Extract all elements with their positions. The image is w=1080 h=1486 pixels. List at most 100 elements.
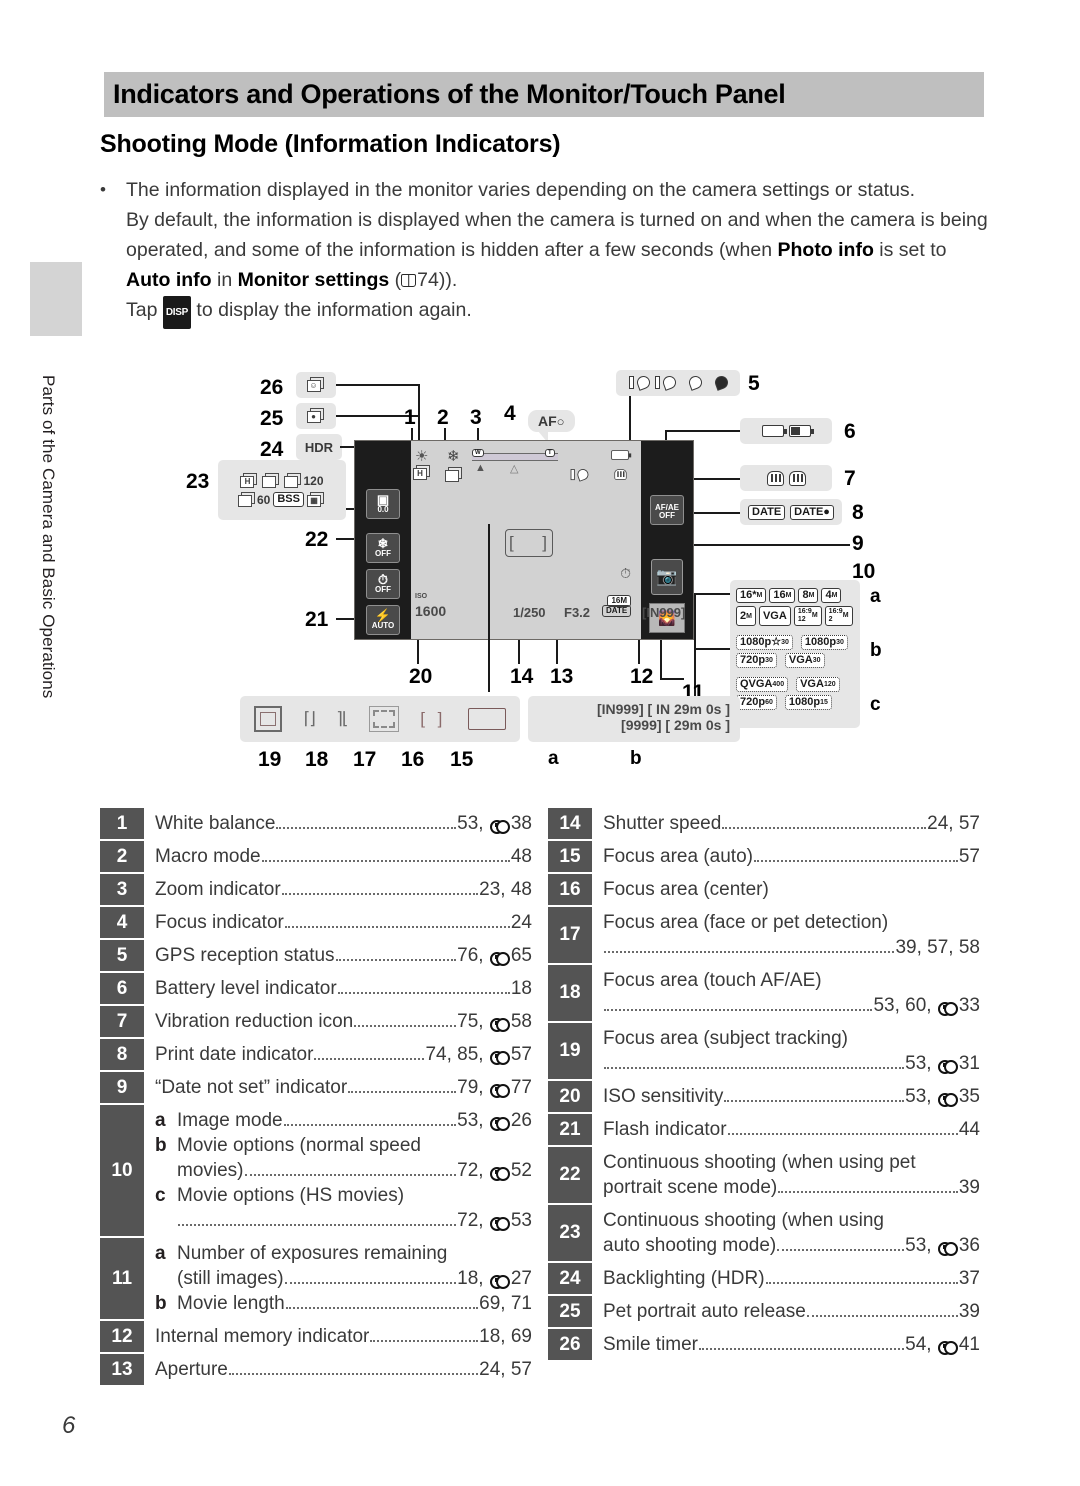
legend-row: 11 a Number of exposures remaining (still i…	[100, 1238, 532, 1319]
page-reference: 53, 31	[905, 1053, 980, 1074]
intro-bold-auto-info: Auto info	[126, 269, 212, 291]
page-number: 6	[62, 1412, 76, 1439]
legend-row: 15 Focus area (auto) 57	[548, 841, 980, 872]
legend-row-text: Internal memory indicator 18, 69	[144, 1321, 532, 1352]
ebook-ref-icon	[489, 1018, 510, 1032]
leader-dots	[727, 1133, 958, 1135]
page-reference: 74, 85, 57	[425, 1044, 532, 1065]
legend-row-number: 22	[548, 1147, 592, 1203]
leader-dots	[283, 1124, 457, 1126]
callout-22: 22	[305, 528, 329, 551]
legend-text-line: Internal memory indicator	[155, 1326, 370, 1347]
ebook-ref-icon	[937, 1093, 958, 1107]
ebook-ref-icon	[489, 820, 510, 834]
callout-26: 26	[260, 376, 284, 399]
legend-text-line: Image mode	[177, 1110, 283, 1131]
leader-dots	[778, 1191, 958, 1193]
legend-row: 9 “Date not set” indicator 79, 77	[100, 1072, 532, 1103]
exposure-compensation-button[interactable]: ▣ 0.0	[366, 489, 400, 519]
callout-4: 4	[504, 402, 516, 425]
legend-subrow-key: a	[155, 1110, 166, 1131]
zoom-tele-marker: T	[545, 449, 555, 457]
callout-13: 13	[550, 665, 574, 688]
macro-mode-button[interactable]: ❄ OFF	[366, 533, 400, 563]
legend-row-text: Continuous shooting (when using pet portr…	[592, 1147, 980, 1203]
legend-row: 14 Shutter speed 24, 57	[548, 808, 980, 839]
legend-subrow-body: Image mode 53, 26	[177, 1108, 532, 1133]
gps-icon-bars1	[654, 374, 678, 391]
date-time-icon: DATE●	[790, 504, 834, 520]
self-timer-button[interactable]: ⏱ OFF	[366, 569, 400, 599]
intro-line-2d: (	[389, 269, 402, 291]
shutter-speed-value: 1/250	[513, 605, 546, 620]
legend-row-number: 11	[100, 1238, 144, 1319]
legend-subrow: c Movie options (HS movies) 72, 53	[155, 1183, 532, 1233]
image-mode-vga: VGA	[758, 606, 791, 626]
page-reference: 37	[958, 1268, 980, 1289]
sublabel-10-b: b	[870, 640, 882, 661]
section-heading: Shooting Mode (Information Indicators)	[100, 130, 561, 158]
page-reference: 54, 41	[905, 1334, 980, 1355]
callout-21: 21	[305, 608, 329, 631]
page-header-band: Indicators and Operations of the Monitor…	[104, 72, 984, 117]
counter-display-chip: [IN999] [ IN 29m 0s ] [9999] [ 29m 0s ]	[528, 696, 740, 742]
gps-icon-bars3	[628, 374, 652, 391]
flash-mode-button[interactable]: ⚡ AUTO	[366, 605, 400, 635]
image-mode-row-1: 16* M 16 M 8M 4M	[736, 588, 854, 603]
legend-subrow-body: Movie options (HS movies) 72, 53	[177, 1183, 532, 1233]
legend-row-text: Macro mode 48	[144, 841, 532, 872]
ebook-ref-icon	[937, 1341, 958, 1355]
chapter-tab-label: Parts of the Camera and Basic Operations	[39, 375, 58, 699]
leader-dots	[604, 951, 895, 953]
leader-dots	[348, 1091, 457, 1093]
legend-text-line: Movie options (HS movies)	[177, 1185, 405, 1206]
leader-dots	[724, 1100, 905, 1102]
legend-row: 22 Continuous shooting (when using pet por…	[548, 1147, 980, 1203]
legend-text-line: Continuous shooting (when using	[603, 1210, 884, 1231]
leader-dots	[284, 1282, 457, 1284]
bss-icon: BSS	[273, 492, 304, 507]
movie-720p-30: 720p 30	[736, 653, 777, 668]
image-movie-options-chip: 16* M 16 M 8M 4M 2M VGA 16:9 12 M 16:9 2 M 108…	[730, 580, 860, 728]
ebook-ref-icon	[489, 952, 510, 966]
legend-row: 5 GPS reception status 76, 65	[100, 940, 532, 971]
intro-bold-monitor-settings: Monitor settings	[237, 269, 390, 291]
callout-1: 1	[404, 406, 416, 429]
af-ae-lock-button[interactable]: AF/AE OFF	[650, 495, 684, 525]
legend-row: 24 Backlighting (HDR) 37	[548, 1263, 980, 1294]
legend-row-text: Aperture 24, 57	[144, 1354, 532, 1385]
leader-dots	[699, 1348, 905, 1350]
image-mode-2m: 2M	[736, 606, 756, 626]
legend-row-number: 21	[548, 1114, 592, 1145]
hdr-icon-chip: HDR	[296, 434, 342, 460]
legend-row-number: 2	[100, 841, 144, 872]
focus-area-bracket: []	[505, 529, 553, 557]
exposures-remaining-value: [IN999]	[642, 605, 686, 620]
legend-table-right: 14 Shutter speed 24, 57 15 Focus area (auto)…	[548, 808, 980, 1362]
movie-hs-vga-120: VGA 120	[796, 677, 840, 692]
monitor-vr-icon	[614, 469, 627, 480]
legend-row-number: 26	[548, 1329, 592, 1360]
legend-text-line: auto shooting mode)	[603, 1235, 777, 1256]
continuous-h-icon: H	[240, 472, 259, 489]
callout-14: 14	[510, 665, 534, 688]
page-reference: 76, 65	[457, 945, 532, 966]
leader-dots	[285, 1307, 479, 1309]
shooting-mode-button[interactable]: 📷	[651, 559, 683, 595]
legend-row: 26 Smile timer 54, 41	[548, 1329, 980, 1360]
intro-line-2b: is set to	[873, 239, 947, 261]
legend-row-text: Smile timer 54, 41	[592, 1329, 980, 1360]
pet-auto-release-icon: ●	[306, 408, 326, 424]
legend-row-text: Pet portrait auto release 39	[592, 1296, 980, 1327]
battery-full-icon	[761, 425, 787, 437]
legend-text-line: “Date not set” indicator	[155, 1077, 348, 1098]
macro-mode-value: OFF	[375, 549, 391, 558]
self-timer-value: OFF	[375, 585, 391, 594]
legend-text-line: Flash indicator	[603, 1119, 727, 1140]
legend-row: 20 ISO sensitivity 53, 35	[548, 1081, 980, 1112]
page-reference: 48	[510, 846, 532, 867]
legend-text-line: Smile timer	[603, 1334, 699, 1355]
legend-row: 3 Zoom indicator 23, 48	[100, 874, 532, 905]
legend-row-text: a Image mode 53, 26 b Movie options (normal …	[144, 1105, 532, 1236]
callout-12: 12	[630, 665, 654, 688]
